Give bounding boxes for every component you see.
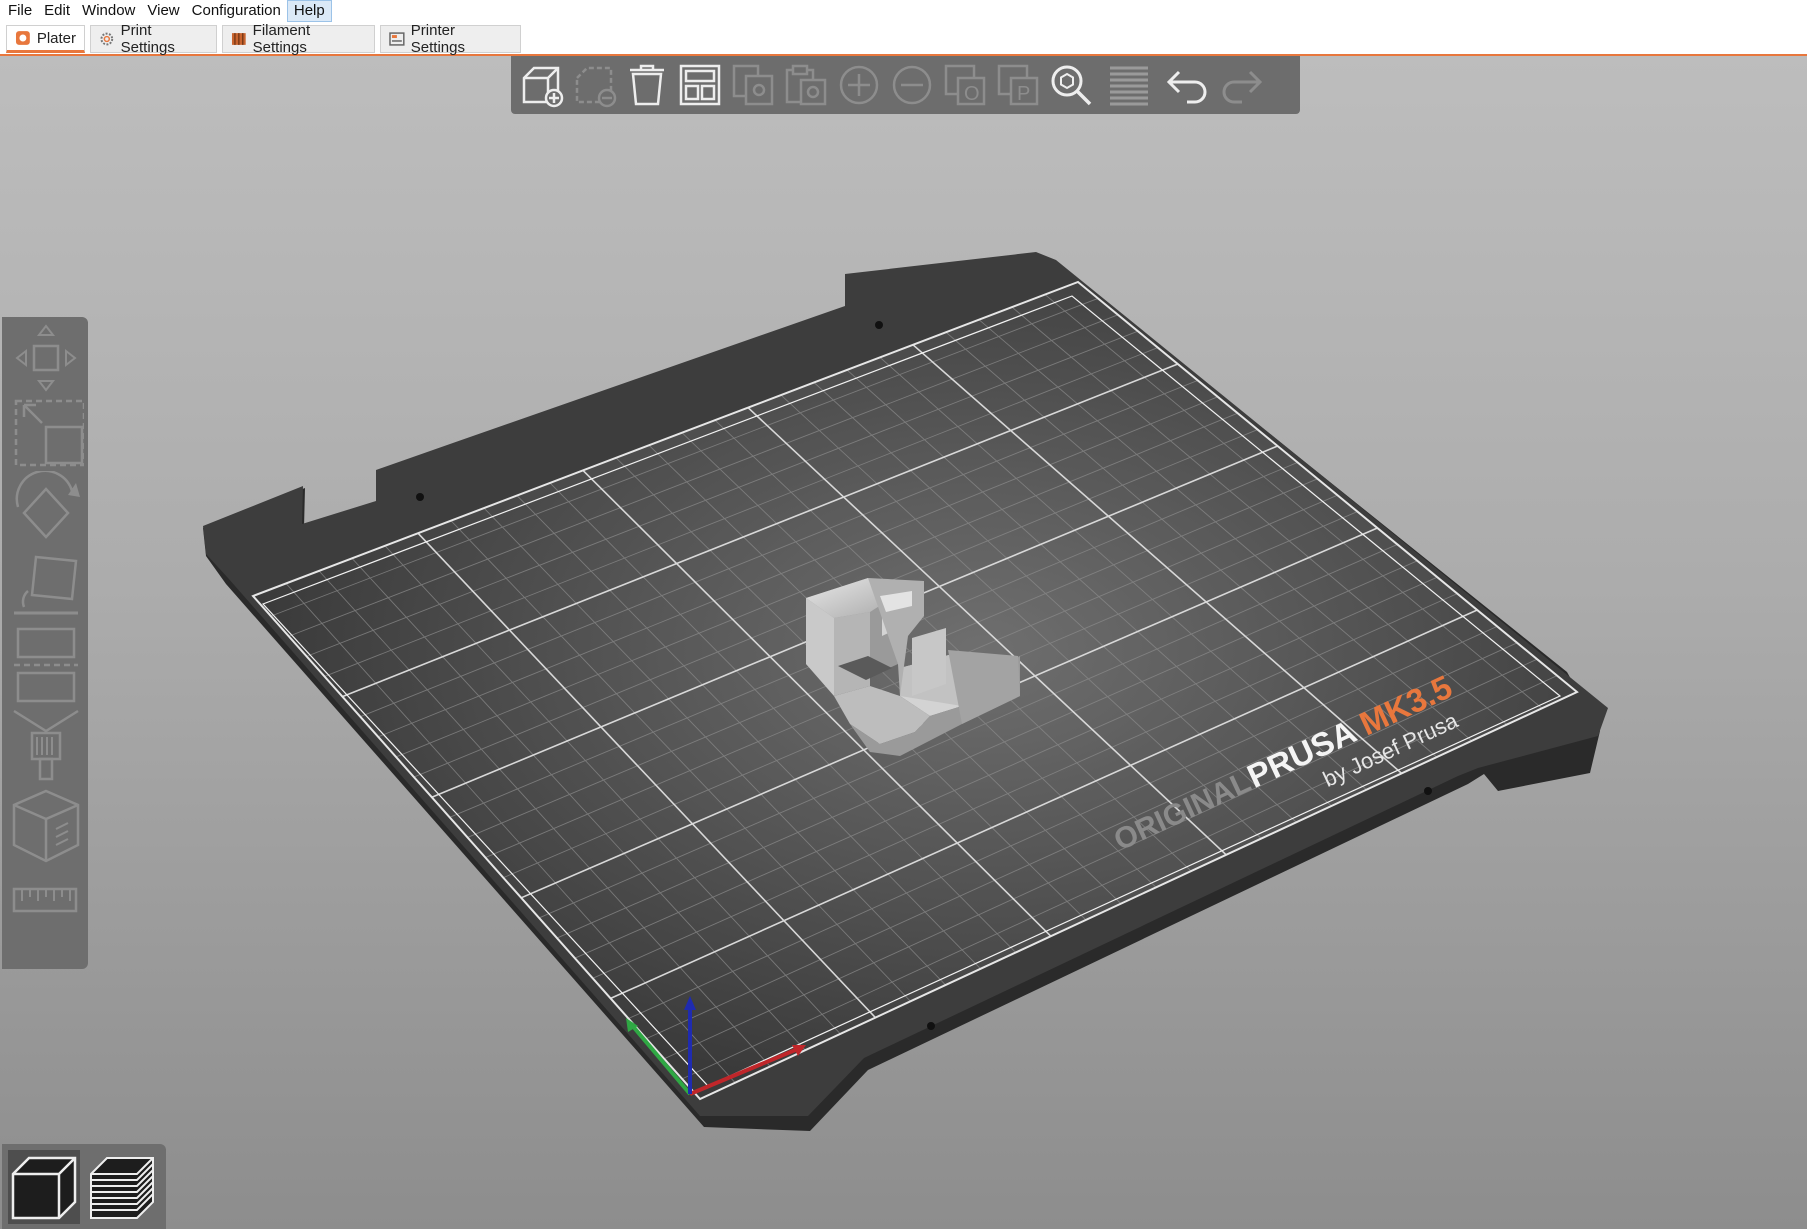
copy-icon: [732, 64, 773, 106]
main-toolbar: O P: [511, 56, 1300, 114]
tab-bar: Plater Print Settings Filament Settings …: [0, 22, 1807, 56]
svg-text:O: O: [964, 83, 980, 105]
search-icon: [1051, 65, 1091, 106]
measure-button[interactable]: [5, 867, 85, 935]
menu-configuration[interactable]: Configuration: [186, 0, 287, 22]
tab-printer-settings[interactable]: Printer Settings: [380, 22, 521, 56]
svg-text:P: P: [1017, 83, 1030, 105]
layer-editing-icon: [1110, 66, 1148, 106]
paint-supports-icon: [13, 709, 79, 781]
printer-icon: [389, 32, 405, 46]
rotate-icon: [15, 471, 80, 539]
undo-icon: [1166, 70, 1206, 104]
plater-icon: [15, 31, 30, 45]
add-icon: [522, 66, 563, 108]
print-bed-scene: ORIGINAL PRUSA MK3.5 by Josef Prusa: [203, 252, 1608, 1131]
split-to-parts-button[interactable]: P: [994, 60, 1041, 110]
delete-button[interactable]: [570, 60, 617, 110]
paste-icon: [785, 64, 826, 106]
menu-help[interactable]: Help: [286, 0, 332, 22]
redo-icon: [1222, 70, 1262, 104]
menu-window[interactable]: Window: [76, 0, 141, 22]
3d-view-icon: [11, 1156, 77, 1219]
simplify-icon: [12, 789, 80, 863]
tab-plater[interactable]: Plater: [6, 25, 85, 53]
delete-icon: [575, 66, 616, 108]
preview-layers-icon: [90, 1156, 154, 1219]
arrange-button[interactable]: [676, 60, 723, 110]
preview-button[interactable]: [86, 1150, 158, 1224]
split-to-parts-icon: P: [997, 64, 1038, 106]
add-instance-icon: [839, 65, 878, 105]
delete-all-button[interactable]: [623, 60, 670, 110]
filament-spool-icon: [231, 33, 246, 45]
tab-print-settings[interactable]: Print Settings: [90, 22, 217, 56]
3d-view-button[interactable]: [8, 1149, 80, 1224]
tab-label: Filament Settings: [252, 22, 311, 56]
cut-icon: [14, 627, 78, 703]
menu-edit[interactable]: Edit: [38, 0, 76, 22]
menu-bar: File Edit Window View Configuration Help: [0, 0, 1807, 22]
view-mode-toggle: [2, 1144, 166, 1229]
arrange-icon: [679, 64, 720, 106]
delete-all-icon: [629, 64, 664, 106]
bed-hole: [1424, 787, 1432, 795]
menu-file[interactable]: File: [0, 0, 38, 22]
split-to-objects-icon: O: [944, 64, 985, 106]
scale-icon: [14, 399, 84, 467]
search-button[interactable]: [1047, 60, 1094, 110]
3d-scene-viewport[interactable]: ORIGINAL PRUSA MK3.5 by Josef Prusa O P: [0, 56, 1807, 1229]
paste-button[interactable]: [782, 60, 829, 110]
remove-instance-icon: [892, 65, 931, 105]
bed-hole: [927, 1022, 935, 1030]
remove-instance-button[interactable]: [888, 60, 935, 110]
move-icon: [15, 324, 77, 392]
tab-label: Plater: [36, 29, 76, 47]
layer-editing-button[interactable]: [1100, 60, 1158, 110]
paint-supports-button[interactable]: [5, 705, 85, 783]
bed-hole: [875, 321, 883, 329]
cut-button[interactable]: [5, 623, 85, 705]
add-instance-button[interactable]: [835, 60, 882, 110]
undo-button[interactable]: [1164, 60, 1211, 110]
place-on-face-icon: [14, 555, 78, 615]
place-on-face-button[interactable]: [5, 547, 85, 623]
gizmo-toolbar: [2, 317, 88, 969]
split-to-objects-button[interactable]: O: [941, 60, 988, 110]
redo-button[interactable]: [1217, 60, 1264, 110]
scale-button[interactable]: [5, 395, 85, 471]
add-button[interactable]: [517, 60, 564, 110]
bed-hole: [416, 493, 424, 501]
tab-filament-settings[interactable]: Filament Settings: [222, 22, 375, 56]
simplify-button[interactable]: [5, 783, 85, 867]
rotate-button[interactable]: [5, 471, 85, 547]
copy-button[interactable]: [729, 60, 776, 110]
tab-label: Print Settings: [120, 22, 175, 56]
menu-view[interactable]: View: [141, 0, 185, 22]
tab-label: Printer Settings: [410, 22, 465, 56]
gear-icon: [100, 32, 114, 46]
measure-icon: [12, 887, 78, 913]
move-button[interactable]: [5, 321, 85, 395]
